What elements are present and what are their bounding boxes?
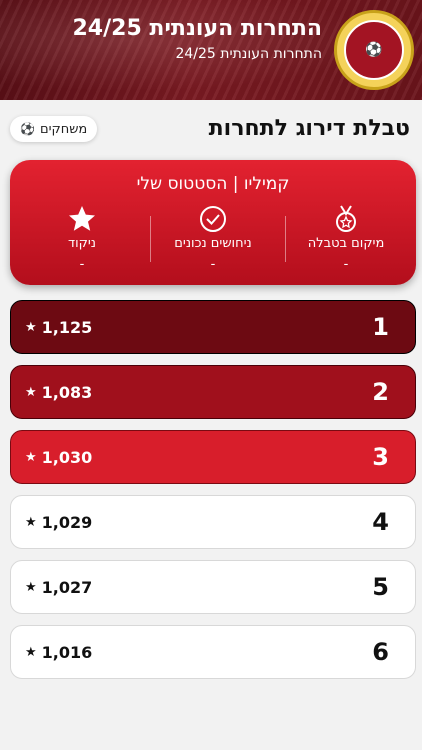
stat-points: ניקוד - xyxy=(22,204,142,272)
row-score-value: 1,083 xyxy=(41,382,93,402)
leaderboard-row[interactable]: ★ 1,029 4 xyxy=(10,495,416,549)
stat-correct: ניחושים נכונים - xyxy=(153,204,273,272)
competition-subtitle: התחרות העונתית 24/25 xyxy=(175,46,322,62)
row-score-value: 1,016 xyxy=(41,642,93,662)
leaderboard-row[interactable]: ★ 1,030 3 xyxy=(10,430,416,484)
row-rank: 4 xyxy=(372,508,389,536)
star-icon: ★ xyxy=(25,644,37,660)
stat-rank-value: - xyxy=(343,257,349,272)
competition-title: התחרות העונתית 24/25 xyxy=(72,16,323,41)
row-score: ★ 1,027 xyxy=(25,578,92,597)
row-score-value: 1,030 xyxy=(41,447,93,467)
games-button-label: משחקים xyxy=(39,121,88,137)
leaderboard-row[interactable]: ★ 1,083 2 xyxy=(10,365,416,419)
status-title: קמיליו | הסטטוס שלי xyxy=(136,174,290,194)
my-status-card: קמיליו | הסטטוס שלי מיקום בטבלה - ניחושי… xyxy=(10,160,416,285)
stat-rank: מיקום בטבלה - xyxy=(286,204,406,272)
club-logo: ⚽ xyxy=(334,10,414,90)
stat-divider xyxy=(150,216,151,262)
stat-correct-label: ניחושים נכונים xyxy=(174,236,252,251)
stat-divider xyxy=(285,216,286,262)
row-score-value: 1,029 xyxy=(41,512,93,532)
star-icon: ★ xyxy=(25,514,37,530)
row-score-value: 1,027 xyxy=(41,577,93,597)
leaderboard-list: ★ 1,125 1 ★ 1,083 2 ★ 1,030 3 ★ 1,029 4 … xyxy=(10,300,416,690)
games-button[interactable]: משחקים ⚽ xyxy=(10,116,98,142)
leaderboard-row[interactable]: ★ 1,027 5 xyxy=(10,560,416,614)
row-rank: 5 xyxy=(372,573,389,601)
stat-points-label: ניקוד xyxy=(68,236,96,251)
row-score: ★ 1,016 xyxy=(25,643,92,662)
row-rank: 1 xyxy=(372,313,389,341)
club-crest-icon: ⚽ xyxy=(344,20,404,80)
star-icon xyxy=(22,204,142,234)
leaderboard-row[interactable]: ★ 1,125 1 xyxy=(10,300,416,354)
row-rank: 2 xyxy=(372,378,389,406)
row-score: ★ 1,029 xyxy=(25,513,92,532)
star-icon: ★ xyxy=(25,319,37,335)
star-icon: ★ xyxy=(25,449,37,465)
star-icon: ★ xyxy=(25,579,37,595)
header-banner: ⚽ התחרות העונתית 24/25 התחרות העונתית 24… xyxy=(0,0,422,100)
leaderboard-row[interactable]: ★ 1,016 6 xyxy=(10,625,416,679)
row-score-value: 1,125 xyxy=(41,317,93,337)
row-score: ★ 1,125 xyxy=(25,318,92,337)
stat-rank-label: מיקום בטבלה xyxy=(307,236,385,251)
star-icon: ★ xyxy=(25,384,37,400)
row-rank: 3 xyxy=(372,443,389,471)
medal-icon xyxy=(286,204,406,234)
soccer-ball-icon: ⚽ xyxy=(20,122,35,136)
row-score: ★ 1,030 xyxy=(25,448,92,467)
stat-points-value: - xyxy=(79,257,85,272)
row-score: ★ 1,083 xyxy=(25,383,92,402)
stat-correct-value: - xyxy=(210,257,216,272)
row-rank: 6 xyxy=(372,638,389,666)
page-title: טבלת דירוג לתחרות xyxy=(208,116,410,141)
checkmark-circle-icon xyxy=(153,204,273,234)
